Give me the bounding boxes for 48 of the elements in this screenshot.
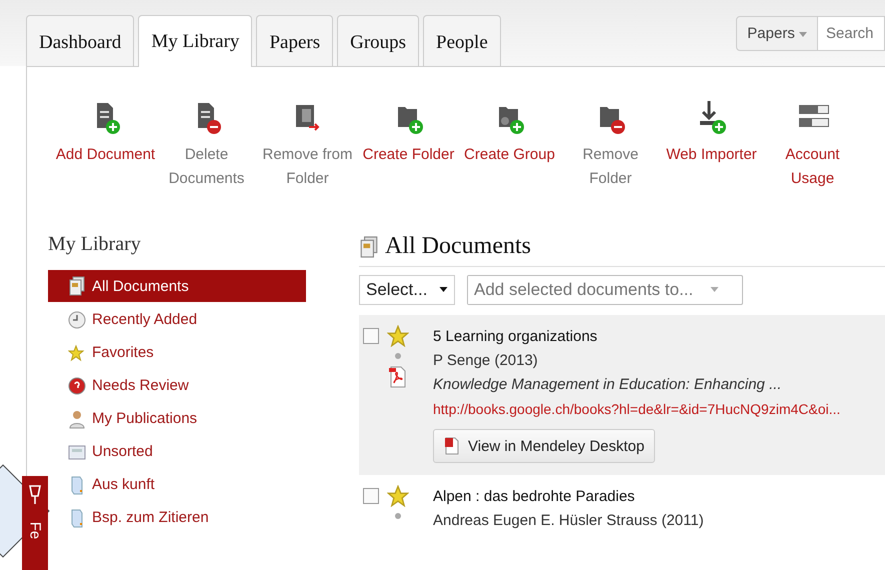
documents-icon bbox=[68, 276, 86, 296]
person-icon bbox=[68, 408, 86, 428]
toolbar-button[interactable]: Add Document bbox=[55, 97, 156, 191]
add-to-dropdown[interactable]: Add selected documents to... bbox=[467, 275, 743, 305]
star-icon[interactable] bbox=[387, 485, 409, 507]
pdf-icon bbox=[444, 436, 460, 456]
toolbar-button[interactable]: Create Folder bbox=[358, 97, 459, 191]
star-icon bbox=[68, 342, 86, 362]
caret-icon bbox=[439, 287, 448, 293]
clock-icon bbox=[68, 310, 86, 330]
nav-tab[interactable]: People bbox=[423, 15, 501, 66]
sidebar-item[interactable]: Bsp. zum Zitieren bbox=[48, 501, 306, 534]
sidebar-item[interactable]: All Documents bbox=[48, 270, 306, 302]
search-scope-dropdown[interactable]: Papers bbox=[736, 16, 818, 51]
select-dropdown[interactable]: Select... bbox=[359, 275, 455, 305]
nav-tab[interactable]: Dashboard bbox=[26, 15, 134, 66]
view-in-desktop-button[interactable]: View in Mendeley Desktop bbox=[433, 429, 656, 463]
checkbox[interactable] bbox=[363, 488, 379, 504]
nav-tab[interactable]: My Library bbox=[138, 15, 252, 67]
content-title: All Documents bbox=[385, 233, 531, 260]
sidebar-item[interactable]: Needs Review bbox=[48, 369, 306, 402]
sidebar-item[interactable]: My Publications bbox=[48, 402, 306, 435]
caret-icon bbox=[799, 32, 807, 38]
sidebar-item[interactable]: Favorites bbox=[48, 336, 306, 369]
toolbar-button[interactable]: Web Importer bbox=[661, 97, 762, 191]
checkbox[interactable] bbox=[363, 328, 379, 344]
sidebar-item[interactable]: Aus kunft bbox=[48, 468, 306, 501]
toolbar-button[interactable]: Create Group bbox=[459, 97, 560, 191]
document-authors: P Senge (2013) bbox=[433, 351, 539, 371]
caret-icon bbox=[710, 287, 719, 293]
toolbar-button[interactable]: Account Usage bbox=[762, 97, 863, 191]
dot-icon bbox=[395, 353, 401, 359]
star-icon[interactable] bbox=[387, 325, 409, 347]
documents-icon bbox=[359, 234, 379, 258]
document-link[interactable]: http://books.google.ch/books?hl=de&lr=&id=7HucNQ9zim4C&oi... bbox=[433, 397, 840, 421]
document-source: Knowledge Management in Education: Enhancing ... bbox=[433, 375, 783, 395]
nav-tab[interactable]: Papers bbox=[256, 15, 334, 66]
document-authors: Andreas Eugen E. Hüsler Strauss (2011) bbox=[433, 511, 704, 531]
feedback-tab[interactable]: Fe bbox=[22, 476, 48, 570]
sidebar-item[interactable]: Unsorted bbox=[48, 435, 306, 468]
sidebar-item[interactable]: Recently Added bbox=[48, 303, 306, 336]
review-icon bbox=[68, 376, 86, 396]
search-field[interactable]: Search bbox=[818, 16, 885, 51]
document-title[interactable]: Alpen : das bedrohte Paradies bbox=[433, 485, 704, 509]
dot-icon bbox=[395, 513, 401, 519]
nav-tab[interactable]: Groups bbox=[337, 15, 420, 66]
sidebar-title: My Library bbox=[48, 233, 141, 256]
document-title[interactable]: 5 Learning organizations bbox=[433, 325, 840, 349]
